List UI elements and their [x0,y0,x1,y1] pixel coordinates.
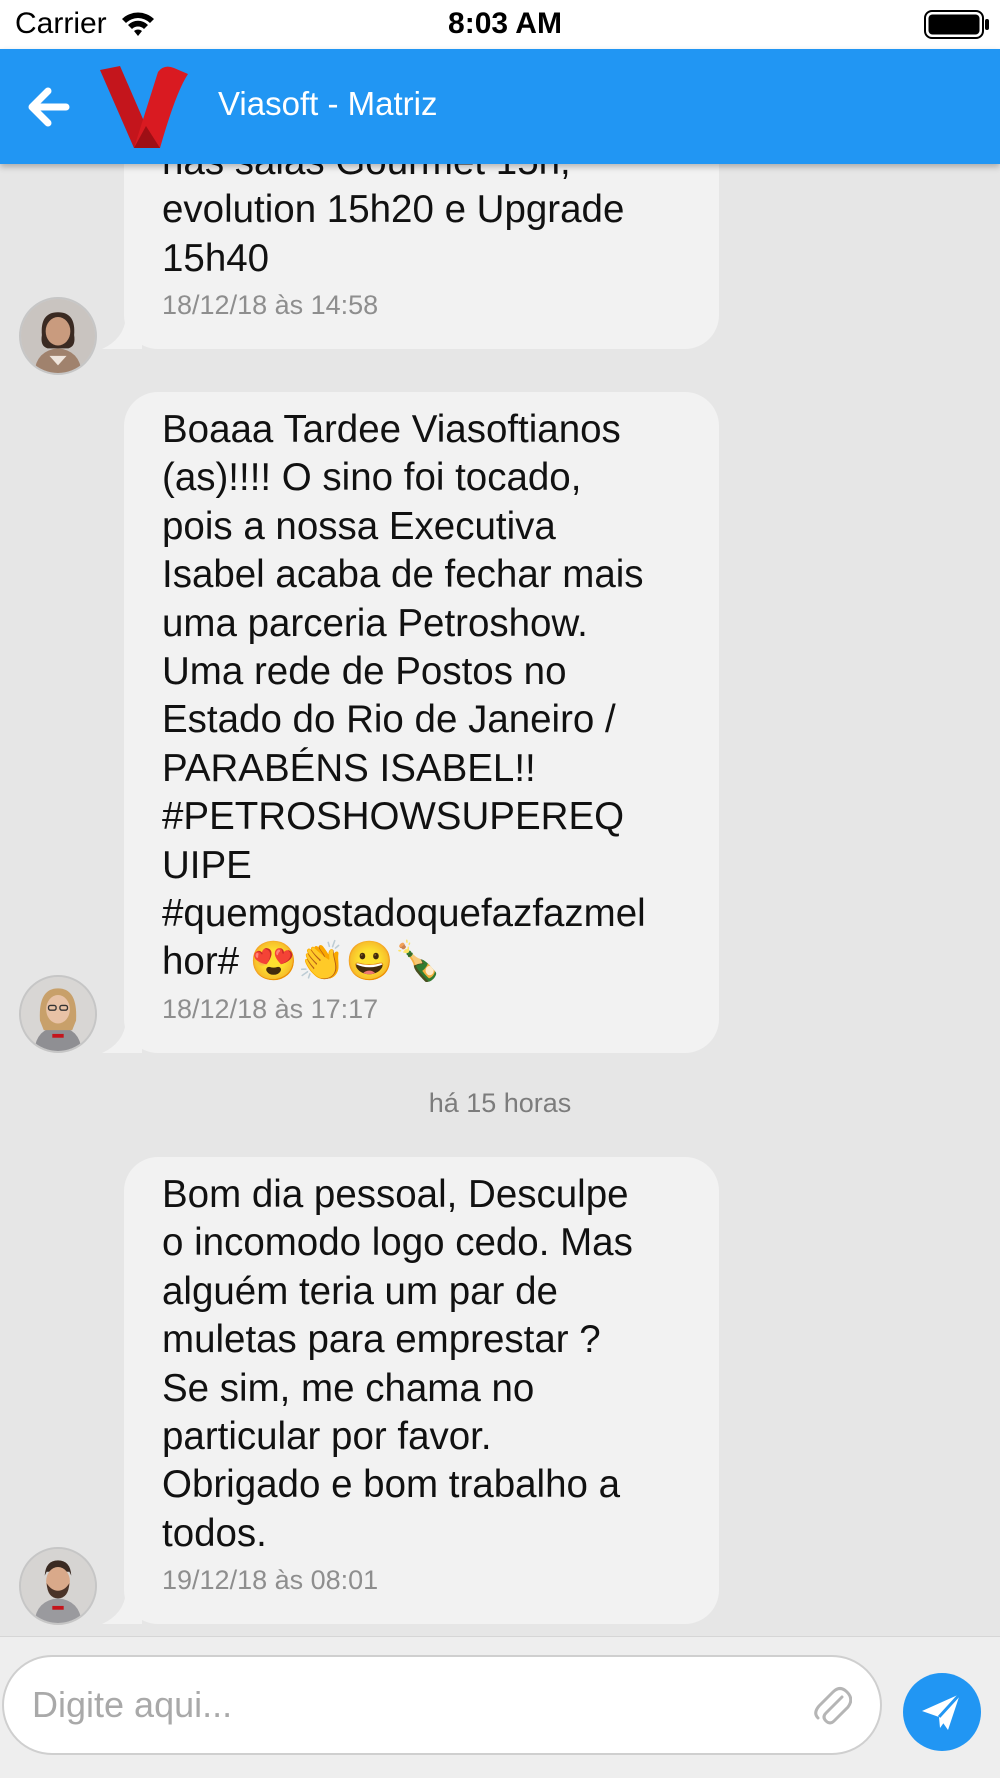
message-text: Boaaa Tardee Viasoftianos (as)!!!! O sin… [162,408,646,984]
send-button[interactable] [903,1673,981,1751]
clock: 8:03 AM [448,7,562,40]
avatar[interactable] [19,1547,97,1625]
paperclip-icon[interactable] [812,1685,852,1727]
message-bubble[interactable]: Boaaa Tardee Viasoftianos (as)!!!! O sin… [102,392,719,1053]
man-beard-avatar [21,1549,95,1623]
message-text: nas salas Gourmet 15h, evolution 15h20 e… [162,164,625,280]
woman-avatar [21,299,95,373]
page-title: Viasoft - Matriz [218,85,438,122]
message-input[interactable] [2,1655,882,1755]
day-separator: há 15 horas [428,1088,572,1118]
header-bar: Viasoft - Matriz [0,49,1000,164]
message-timestamp: 18/12/18 às 14:58 [162,290,379,321]
paper-plane-icon [922,1692,962,1730]
avatar[interactable] [19,297,97,375]
bubble-tail [102,1592,142,1625]
woman-glasses-avatar [21,977,95,1051]
viasoft-logo [100,66,188,148]
bubble-tail [102,1020,142,1053]
status-bar: Carrier 8:03 AM [0,0,1000,49]
message-timestamp: 18/12/18 às 17:17 [162,993,379,1024]
message-bubble[interactable]: Bom dia pessoal, Desculpe o incomodo log… [102,1157,719,1625]
message-text: Bom dia pessoal, Desculpe o incomodo log… [162,1173,633,1555]
back-arrow-icon[interactable] [26,87,70,127]
avatar[interactable] [19,975,97,1053]
bubble-tail [102,317,142,350]
message-list[interactable]: nas salas Gourmet 15h, evolution 15h20 e… [0,164,1000,1636]
composer [0,1636,1000,1778]
message-timestamp: 19/12/18 às 08:01 [162,1565,379,1596]
message-bubble[interactable]: nas salas Gourmet 15h, evolution 15h20 e… [102,164,719,350]
battery-icon [924,10,989,39]
